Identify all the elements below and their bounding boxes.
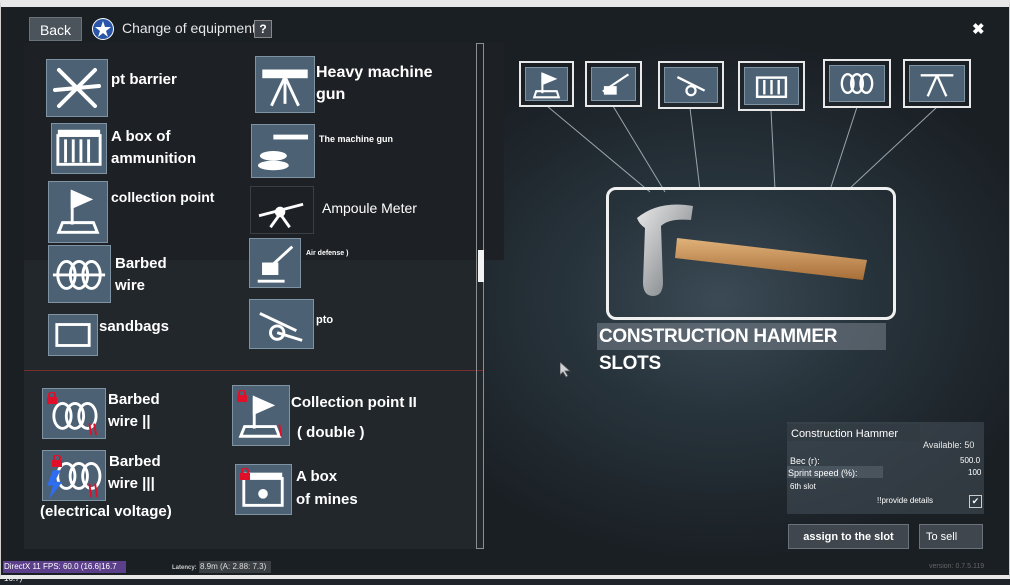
- lock-icon: [51, 454, 63, 467]
- locked-item-label: ( double ): [297, 424, 365, 441]
- locked-item-label: Collection point II: [291, 394, 417, 411]
- barbed-wire-icon: [52, 260, 106, 290]
- locked-divider: [24, 370, 484, 371]
- heavy-machine-gun-icon: [920, 74, 954, 97]
- item-machine-gun[interactable]: [251, 124, 315, 178]
- item-label: pto: [316, 314, 334, 326]
- locked-item-label: Barbed: [108, 391, 160, 408]
- aa-gun-icon: [257, 245, 294, 283]
- slot-4[interactable]: [738, 61, 805, 111]
- at-gun-icon: [602, 73, 630, 95]
- item-name: Construction Hammer: [791, 428, 898, 440]
- item-weight-value: 500.0: [960, 456, 981, 465]
- item-weight-label: Вес (г):: [790, 456, 820, 466]
- slot-6[interactable]: [903, 59, 971, 108]
- fps-counter: DirectX 11 FPS: 60.0 (16.6|16.7 16.7): [3, 561, 126, 583]
- item-label: Air defense ): [306, 250, 349, 257]
- latency-label: Latency:: [172, 565, 197, 571]
- back-button[interactable]: Back: [29, 17, 82, 41]
- tank-barrier-icon: [53, 68, 101, 108]
- item-label: sandbags: [99, 318, 170, 335]
- item-heavy-machine-gun[interactable]: [255, 56, 315, 113]
- item-label: Ampoule Meter: [322, 200, 417, 216]
- locked-item-label: of mines: [296, 491, 358, 508]
- scrollbar[interactable]: [476, 43, 484, 549]
- lock-icon: [239, 467, 251, 480]
- construction-hammer-icon: [637, 204, 867, 296]
- sell-button[interactable]: To sell: [919, 524, 983, 549]
- item-label: The machine gun: [319, 134, 394, 144]
- item-air-defense[interactable]: [249, 238, 301, 288]
- help-button[interactable]: ?: [254, 20, 272, 38]
- item-label: collection point: [111, 189, 215, 205]
- locked-item-label: A box: [296, 468, 338, 485]
- locked-item-label: Barbed: [109, 453, 161, 470]
- slot-3[interactable]: [658, 61, 724, 109]
- version-text: version: 0.7.5.119: [929, 563, 985, 570]
- item-available: Available: 50: [923, 440, 975, 450]
- lock-icon: [46, 391, 58, 404]
- item-sandbags[interactable]: [48, 314, 98, 356]
- details-label: !!provide details: [877, 496, 934, 505]
- at-gun-icon: [259, 312, 303, 342]
- locked-item-label: wire |||: [108, 475, 155, 492]
- item-collection-point[interactable]: [48, 181, 108, 243]
- machine-gun-sandbag-icon: [257, 134, 309, 171]
- barbed-wire-icon: [840, 73, 874, 94]
- selected-slot-title: CONSTRUCTION HAMMER SLOTS: [597, 323, 886, 374]
- item-barbed-wire[interactable]: [48, 245, 111, 303]
- ampoule-launcher-icon: [258, 202, 304, 229]
- details-checkbox[interactable]: ✔: [969, 495, 982, 508]
- star-icon: [92, 18, 114, 40]
- latency-value: 8.9m (A: 2.88: 7.3): [199, 561, 271, 573]
- locked-item-label: wire ||: [108, 413, 151, 430]
- scrollbar-thumb[interactable]: [478, 250, 484, 282]
- item-at-gun[interactable]: [249, 299, 314, 349]
- item-ammo-box[interactable]: [51, 123, 107, 174]
- ammo-box-icon: [755, 76, 788, 98]
- locked-item-label: (electrical voltage): [40, 503, 172, 520]
- flag-icon: [56, 189, 100, 234]
- item-ampoule-meter[interactable]: [250, 186, 314, 234]
- slot-1[interactable]: [519, 61, 574, 107]
- selected-item-frame: [606, 187, 896, 320]
- item-label: pt barrier: [111, 71, 177, 88]
- lock-icon: [236, 389, 248, 402]
- item-speed-value: 100: [968, 468, 982, 477]
- heavy-machine-gun-icon: [262, 69, 308, 107]
- item-label: A box of ammunition: [111, 128, 196, 167]
- mouse-cursor-icon: [559, 361, 572, 383]
- flag-icon: [532, 72, 561, 99]
- item-label: Barbed wire: [115, 255, 167, 294]
- item-label: Heavy machine gun: [316, 64, 433, 103]
- item-speed-label: Sprint speed (%):: [788, 468, 858, 478]
- slot-2[interactable]: [585, 61, 642, 107]
- slot-5[interactable]: [823, 59, 891, 108]
- close-button[interactable]: ✖: [972, 20, 985, 38]
- at-gun-icon: [676, 76, 706, 97]
- item-slot: 6th slot: [790, 482, 816, 491]
- assign-slot-button[interactable]: assign to the slot: [788, 524, 909, 549]
- item-tank-barrier[interactable]: [46, 59, 108, 117]
- sandbags-icon: [55, 323, 91, 347]
- ammo-box-icon: [56, 129, 102, 166]
- page-title: Change of equipment: [122, 20, 256, 36]
